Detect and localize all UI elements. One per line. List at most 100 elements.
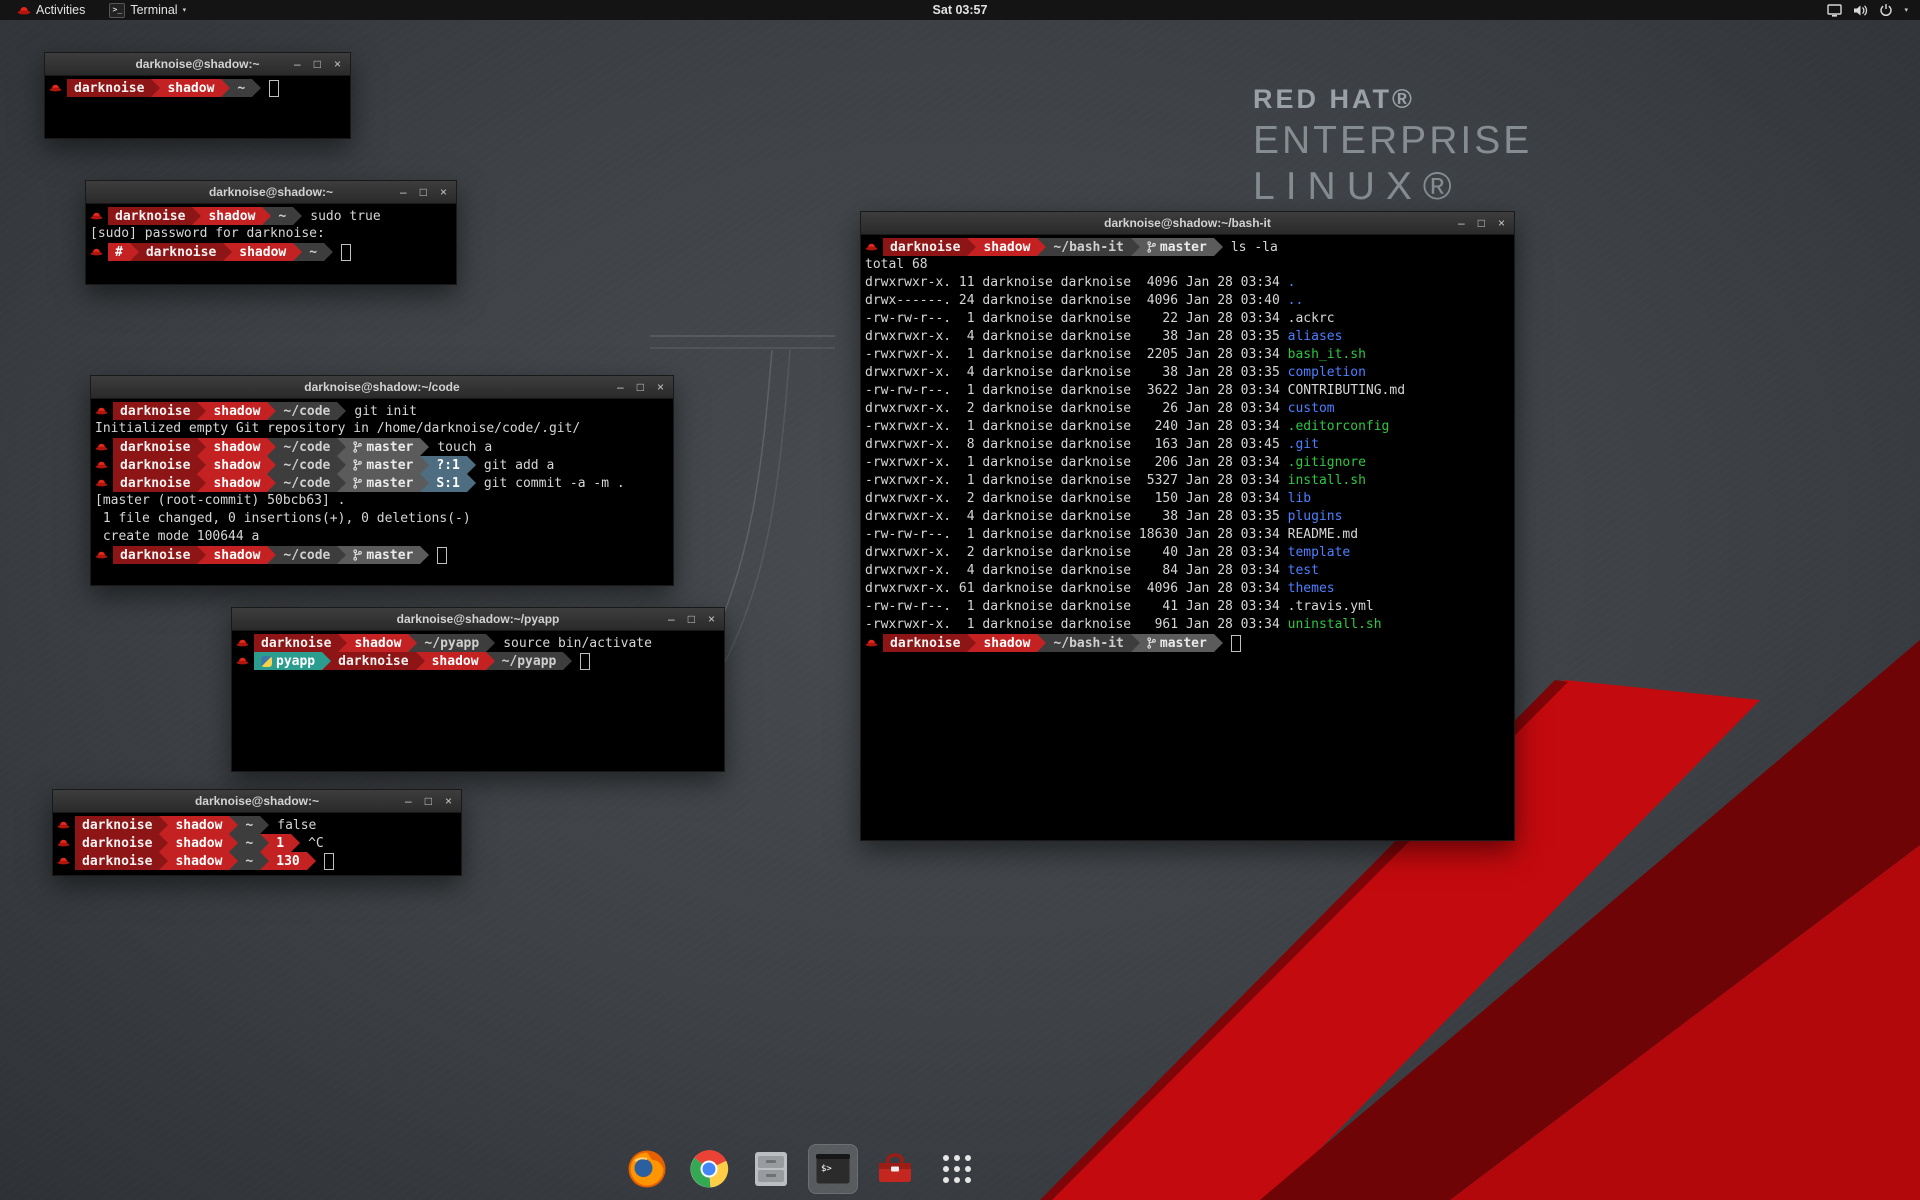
display-icon[interactable]: [1827, 4, 1842, 17]
power-icon[interactable]: [1879, 3, 1893, 17]
prompt-segment-text: shadow: [213, 404, 260, 419]
ls-filename: custom: [1288, 401, 1335, 416]
clock[interactable]: Sat 03:57: [0, 3, 1920, 17]
ls-output-line: drwxrwxr-x. 4 darknoise darknoise 38 Jan…: [865, 508, 1510, 526]
minimize-button[interactable]: –: [400, 181, 407, 203]
gnome-top-bar: Activities >_ Terminal ▾ Sat 03:57 ▾: [0, 0, 1920, 20]
ls-output-line: drwxrwxr-x. 4 darknoise darknoise 38 Jan…: [865, 364, 1510, 382]
titlebar[interactable]: darknoise@shadow:~ – □ ×: [53, 790, 461, 813]
close-button[interactable]: ×: [445, 790, 452, 812]
maximize-button[interactable]: □: [425, 790, 432, 812]
prompt-segment: shadow: [206, 438, 267, 456]
close-button[interactable]: ×: [440, 181, 447, 203]
minimize-button[interactable]: –: [294, 53, 301, 75]
redhat-prompt-icon: [236, 656, 250, 667]
close-button[interactable]: ×: [657, 376, 664, 398]
terminal-window-home-1[interactable]: darknoise@shadow:~ – □ × darknoiseshadow…: [44, 52, 351, 139]
titlebar[interactable]: darknoise@shadow:~/pyapp – □ ×: [232, 608, 724, 631]
powerline-arrow-icon: [197, 456, 206, 474]
prompt-line: pyappdarknoiseshadow~/pyapp: [236, 652, 720, 670]
maximize-button[interactable]: □: [314, 53, 321, 75]
prompt-segment-text: ?:1: [436, 458, 459, 473]
prompt-segment-text: darknoise: [115, 209, 185, 224]
prompt-segment-text: ~: [278, 209, 286, 224]
prompt-segment: ~: [302, 243, 324, 261]
powerline-arrow-icon: [192, 207, 201, 225]
minimize-button[interactable]: –: [405, 790, 412, 812]
prompt-segment-text: ~/bash-it: [1053, 240, 1123, 255]
terminal-cursor: [269, 80, 279, 97]
ls-output-line: -rw-rw-r--. 1 darknoise darknoise 41 Jan…: [865, 598, 1510, 616]
chevron-down-icon: ▾: [183, 6, 187, 14]
prompt-segment-text: master: [366, 458, 413, 473]
rhel-logo-line3: LINUX®: [1253, 165, 1532, 209]
titlebar[interactable]: darknoise@shadow:~ – □ ×: [45, 53, 350, 76]
terminal-window-pyapp[interactable]: darknoise@shadow:~/pyapp – □ × darknoise…: [231, 607, 725, 772]
ls-fields: drwxrwxr-x. 2 darknoise darknoise 26 Jan…: [865, 401, 1288, 416]
ls-output-line: drwxrwxr-x. 11 darknoise darknoise 4096 …: [865, 274, 1510, 292]
titlebar[interactable]: darknoise@shadow:~/bash-it – □ ×: [861, 212, 1514, 235]
minimize-button[interactable]: –: [1458, 212, 1465, 234]
powerline-arrow-icon: [420, 474, 429, 492]
ls-fields: -rwxrwxr-x. 1 darknoise darknoise 240 Ja…: [865, 419, 1288, 434]
prompt-segment: ~/code: [276, 474, 337, 492]
minimize-button[interactable]: –: [617, 376, 624, 398]
dock-item-chrome[interactable]: [684, 1144, 734, 1194]
terminal-body[interactable]: darknoiseshadow~sudo true[sudo] password…: [86, 204, 456, 284]
maximize-button[interactable]: □: [1478, 212, 1485, 234]
prompt-segment: darknoise: [75, 852, 159, 870]
dock-item-show-apps[interactable]: [932, 1144, 982, 1194]
activities-button[interactable]: Activities: [8, 0, 94, 20]
dock-item-files[interactable]: [746, 1144, 796, 1194]
system-menu-chevron-icon[interactable]: ▾: [1904, 6, 1908, 14]
maximize-button[interactable]: □: [420, 181, 427, 203]
dock-item-terminal[interactable]: $>: [808, 1144, 858, 1194]
close-button[interactable]: ×: [708, 608, 715, 630]
prompt-segment: ~/code: [276, 456, 337, 474]
command-text: git init: [354, 404, 417, 419]
terminal-window-bash-it[interactable]: darknoise@shadow:~/bash-it – □ × darknoi…: [860, 211, 1515, 841]
powerline-arrow-icon: [420, 456, 429, 474]
prompt-segment: shadow: [976, 238, 1037, 256]
terminal-body[interactable]: darknoiseshadow~: [45, 76, 350, 138]
prompt-segment: darknoise: [75, 834, 159, 852]
prompt-segment: shadow: [206, 546, 267, 564]
powerline-arrow-icon: [267, 402, 276, 420]
dock-item-firefox[interactable]: [622, 1144, 672, 1194]
prompt-segment: shadow: [201, 207, 262, 225]
minimize-button[interactable]: –: [668, 608, 675, 630]
prompt-segment-text: master: [1160, 240, 1207, 255]
prompt-segment: shadow: [168, 852, 229, 870]
terminal-window-code[interactable]: darknoise@shadow:~/code – □ × darknoise s…: [90, 375, 674, 586]
powerline-arrow-icon: [1214, 238, 1223, 256]
prompt-segment-text: darknoise: [82, 818, 152, 833]
terminal-body[interactable]: darknoiseshadow~falsedarknoiseshadow~1^C…: [53, 813, 461, 875]
ls-output-line: -rwxrwxr-x. 1 darknoise darknoise 2205 J…: [865, 346, 1510, 364]
terminal-body[interactable]: darknoiseshadow~/bash-itmasterls -latota…: [861, 235, 1514, 840]
powerline-arrow-icon: [262, 207, 271, 225]
prompt-segment: darknoise: [139, 243, 223, 261]
powerline-arrow-icon: [337, 402, 346, 420]
redhat-logo-icon: [17, 5, 31, 16]
output-line: Initialized empty Git repository in /hom…: [95, 420, 669, 438]
prompt-segment: darknoise: [113, 402, 197, 420]
dock-item-toolbox[interactable]: [870, 1144, 920, 1194]
terminal-window-home-2[interactable]: darknoise@shadow:~ – □ × darknoise shadow…: [52, 789, 462, 876]
titlebar[interactable]: darknoise@shadow:~ – □ ×: [86, 181, 456, 204]
powerline-arrow-icon: [337, 474, 346, 492]
prompt-segment: ~/code: [276, 546, 337, 564]
terminal-window-sudo[interactable]: darknoise@shadow:~ – □ × darknoise shadow…: [85, 180, 457, 285]
svg-text:$>: $>: [821, 1164, 832, 1174]
app-menu-terminal[interactable]: >_ Terminal ▾: [100, 0, 195, 20]
prompt-segment-text: darknoise: [146, 245, 216, 260]
ls-filename: completion: [1288, 365, 1366, 380]
terminal-body[interactable]: darknoise shadow ~/code git initInitialized…: [91, 399, 673, 585]
close-button[interactable]: ×: [334, 53, 341, 75]
titlebar[interactable]: darknoise@shadow:~/code – □ ×: [91, 376, 673, 399]
volume-icon[interactable]: [1853, 4, 1868, 17]
output-line: create mode 100644 a: [95, 528, 669, 546]
maximize-button[interactable]: □: [637, 376, 644, 398]
maximize-button[interactable]: □: [688, 608, 695, 630]
terminal-body[interactable]: darknoiseshadow~/pyappsource bin/activat…: [232, 631, 724, 771]
close-button[interactable]: ×: [1498, 212, 1505, 234]
